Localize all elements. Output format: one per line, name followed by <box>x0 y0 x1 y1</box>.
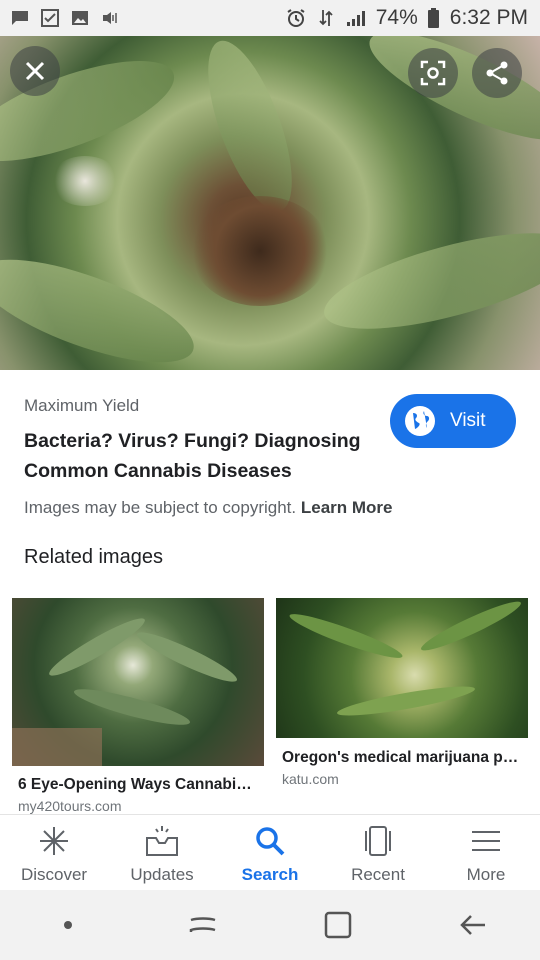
system-status: 74% 6:32 PM <box>286 6 528 30</box>
nav-search[interactable]: Search <box>216 815 324 891</box>
visit-label: Visit <box>450 410 486 431</box>
learn-more-link[interactable]: Learn More <box>301 498 393 517</box>
inbox-icon <box>145 825 179 857</box>
nav-label: More <box>466 865 506 884</box>
nav-label: Discover <box>20 865 88 884</box>
globe-icon <box>405 406 435 436</box>
alarm-icon <box>286 9 306 27</box>
related-image-card[interactable]: 6 Eye-Opening Ways Cannabi… my420tours.c… <box>12 598 264 814</box>
message-icon <box>10 9 30 27</box>
battery-icon <box>428 8 440 28</box>
nav-label: Search <box>241 865 299 884</box>
recent-cards-icon <box>361 825 395 857</box>
back-button[interactable] <box>443 905 503 945</box>
related-images-heading: Related images <box>24 546 163 568</box>
lens-button[interactable] <box>408 48 458 98</box>
nav-updates[interactable]: Updates <box>108 815 216 891</box>
page-title[interactable]: Bacteria? Virus? Fungi? Diagnosing Commo… <box>24 426 384 486</box>
image-icon <box>70 9 90 27</box>
checkbox-icon <box>40 9 60 27</box>
data-transfer-icon <box>316 9 336 27</box>
related-image-card[interactable]: Oregon's medical marijuana p… katu.com <box>276 598 528 812</box>
volume-icon <box>100 9 120 27</box>
recents-icon <box>189 917 215 932</box>
related-image-title: 6 Eye-Opening Ways Cannabi… <box>18 776 252 793</box>
recents-button[interactable] <box>173 905 233 945</box>
battery-percent: 74% <box>375 6 418 29</box>
lens-icon <box>420 60 446 86</box>
nav-label: Recent <box>351 865 405 884</box>
share-icon <box>486 61 508 85</box>
share-button[interactable] <box>472 48 522 98</box>
bottom-navigation: Discover Updates Search Recent More <box>0 814 540 891</box>
close-button[interactable] <box>10 46 60 96</box>
related-image-domain: my420tours.com <box>18 798 122 814</box>
related-image-title: Oregon's medical marijuana p… <box>282 749 519 766</box>
related-image-thumbnail[interactable] <box>12 598 264 766</box>
source-name: Maximum Yield <box>24 396 140 415</box>
related-image-thumbnail[interactable] <box>276 598 528 738</box>
copyright-notice: Images may be subject to copyright. Lear… <box>24 498 393 518</box>
dot-icon <box>63 921 72 929</box>
notification-icons <box>10 9 120 27</box>
status-bar: 74% 6:32 PM <box>0 0 540 36</box>
search-icon <box>253 825 287 857</box>
dot-button[interactable] <box>38 905 98 945</box>
home-icon <box>324 911 351 939</box>
hamburger-icon <box>469 825 503 857</box>
clock: 6:32 PM <box>449 6 528 29</box>
nav-label: Updates <box>130 865 194 884</box>
related-image-domain: katu.com <box>282 771 339 787</box>
close-icon <box>25 61 45 81</box>
copyright-text: Images may be subject to copyright. <box>24 498 297 517</box>
visit-button[interactable]: Visit <box>390 394 516 448</box>
nav-discover[interactable]: Discover <box>0 815 108 891</box>
back-arrow-icon <box>459 915 485 935</box>
asterisk-icon <box>37 825 71 857</box>
system-navigation-bar <box>0 890 540 960</box>
preview-image[interactable] <box>0 36 540 370</box>
signal-icon <box>346 9 366 27</box>
home-button[interactable] <box>308 905 368 945</box>
nav-more[interactable]: More <box>432 815 540 891</box>
nav-recent[interactable]: Recent <box>324 815 432 891</box>
